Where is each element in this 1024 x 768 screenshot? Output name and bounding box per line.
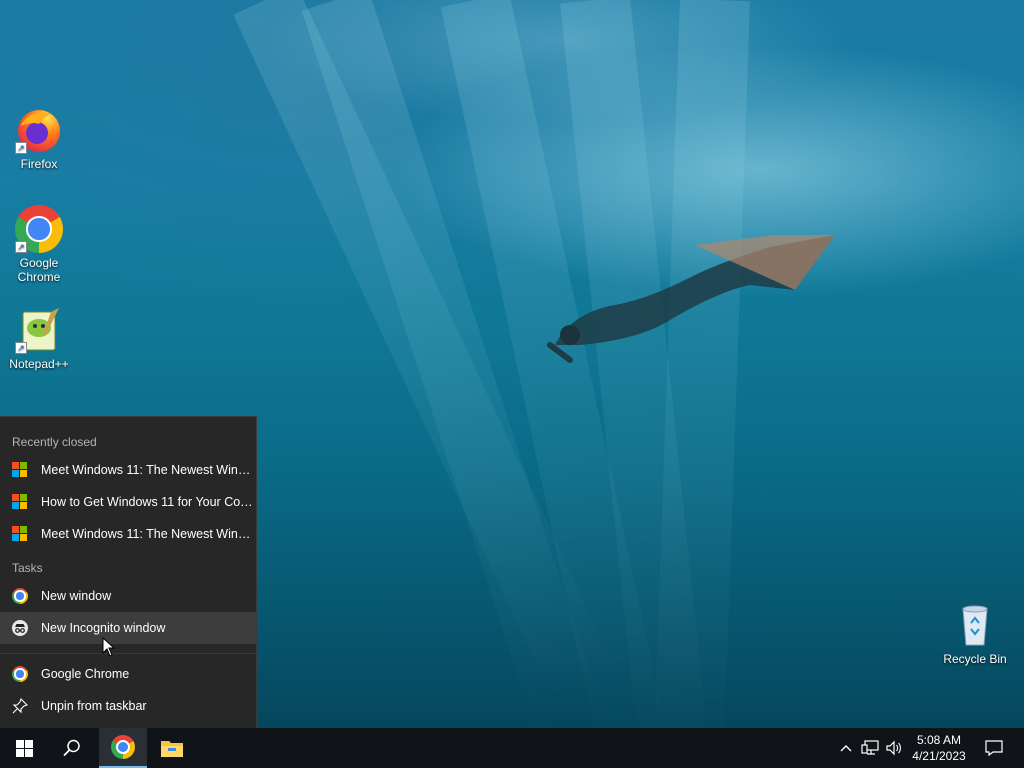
recent-item-label: Meet Windows 11: The Newest Windows OS |… (41, 527, 253, 541)
desktop-icon-firefox[interactable]: ↗ Firefox (1, 106, 77, 171)
volume-icon[interactable] (884, 738, 904, 758)
notification-icon (985, 740, 1003, 756)
desktop-icon-notepadplusplus[interactable]: ↗ Notepad++ (1, 306, 77, 371)
shortcut-arrow-icon: ↗ (15, 142, 27, 154)
firefox-icon: ↗ (15, 106, 63, 154)
start-button[interactable] (0, 728, 48, 768)
folder-icon (161, 741, 183, 757)
microsoft-logo-icon (12, 462, 28, 478)
swimmer-silhouette (547, 235, 835, 363)
task-new-window[interactable]: New window (0, 580, 256, 612)
desktop-icon-google-chrome[interactable]: ↗ Google Chrome (1, 205, 77, 284)
recent-item[interactable]: Meet Windows 11: The Newest Windows OS |… (0, 518, 256, 550)
mouse-cursor-icon (102, 637, 116, 657)
chrome-icon: ↗ (15, 205, 63, 253)
windows-logo-icon (15, 739, 33, 757)
network-icon[interactable] (860, 738, 880, 758)
unpin-from-taskbar[interactable]: Unpin from taskbar (0, 690, 256, 722)
desktop-icon-label: Notepad++ (9, 357, 69, 371)
desktop-icon-label: Google Chrome (17, 256, 61, 284)
app-google-chrome[interactable]: Google Chrome (0, 658, 256, 690)
taskbar-chrome-button[interactable] (99, 728, 147, 768)
search-icon (63, 739, 80, 756)
recent-item-label: How to Get Windows 11 for Your Computer … (41, 495, 253, 509)
unpin-label: Unpin from taskbar (41, 699, 147, 713)
incognito-icon (12, 620, 28, 636)
clock-time: 5:08 AM (916, 733, 962, 747)
taskbar-clock[interactable]: 5:08 AM 4/21/2023 (906, 732, 972, 764)
search-button[interactable] (48, 728, 96, 768)
app-label: Google Chrome (41, 667, 130, 681)
task-label: New window (41, 589, 112, 603)
show-hidden-icons-chevron-icon[interactable] (836, 738, 856, 758)
notepadplusplus-icon: ↗ (15, 306, 63, 354)
desktop-icon-recycle-bin[interactable]: Recycle Bin (937, 601, 1013, 666)
recent-item[interactable]: Meet Windows 11: The Newest Windows OS |… (0, 454, 256, 486)
task-new-incognito-window[interactable]: New Incognito window (0, 612, 256, 644)
clock-date: 4/21/2023 (912, 749, 966, 763)
shortcut-arrow-icon: ↗ (15, 342, 27, 354)
taskbar: 5:08 AM 4/21/2023 (0, 728, 1024, 768)
tasks-header: Tasks (12, 561, 43, 575)
desktop-icon-label: Firefox (20, 157, 58, 171)
chrome-icon (111, 735, 135, 759)
divider (0, 653, 256, 654)
recent-item[interactable]: How to Get Windows 11 for Your Computer … (0, 486, 256, 518)
chrome-jump-list: Recently closed Meet Windows 11: The New… (0, 416, 257, 728)
microsoft-logo-icon (12, 526, 28, 542)
action-center-button[interactable] (976, 728, 1012, 768)
recently-closed-header: Recently closed (12, 435, 97, 449)
chrome-icon (12, 588, 28, 604)
chrome-icon (12, 666, 28, 682)
recent-item-label: Meet Windows 11: The Newest Windows OS |… (41, 463, 253, 477)
microsoft-logo-icon (12, 494, 28, 510)
shortcut-arrow-icon: ↗ (15, 241, 27, 253)
recycle-bin-icon (951, 601, 999, 649)
unpin-icon (12, 697, 29, 714)
desktop-icon-label: Recycle Bin (943, 652, 1007, 666)
task-label: New Incognito window (41, 621, 166, 635)
taskbar-file-explorer-button[interactable] (148, 728, 196, 768)
